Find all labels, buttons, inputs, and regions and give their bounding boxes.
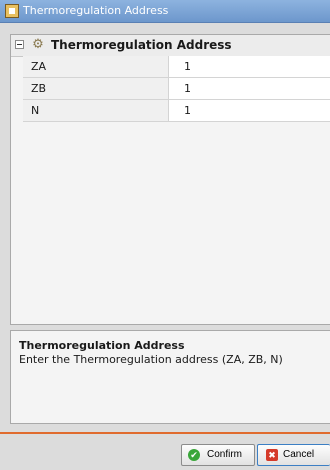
window-title: Thermoregulation Address [23,4,169,17]
check-icon: ✔ [188,449,200,461]
description-title: Thermoregulation Address [19,339,185,352]
description-text: Enter the Thermoregulation address (ZA, … [19,353,283,366]
window-titlebar: Thermoregulation Address [0,0,330,23]
property-name: N [23,100,169,121]
confirm-label: Confirm [207,449,243,460]
property-value-zb[interactable]: 1 [170,78,330,99]
collapse-icon[interactable] [15,40,24,49]
property-value-za[interactable]: 1 [170,56,330,77]
gear-icon: ⚙ [32,37,44,52]
properties-panel: ⚙ Thermoregulation Address ZA 1 ZB 1 N 1 [10,34,330,325]
section-title: Thermoregulation Address [51,38,232,52]
description-panel: Thermoregulation Address Enter the Therm… [10,330,330,424]
property-row-za[interactable]: ZA 1 [23,56,330,78]
app-icon [5,4,19,18]
property-name: ZA [23,56,169,77]
confirm-button[interactable]: ✔ Confirm [181,444,255,466]
property-row-n[interactable]: N 1 [23,100,330,122]
footer-divider [0,432,330,434]
property-value-n[interactable]: 1 [170,100,330,121]
property-row-zb[interactable]: ZB 1 [23,78,330,100]
property-name: ZB [23,78,169,99]
cancel-label: Cancel [283,449,315,460]
close-icon: ✖ [266,449,278,461]
cancel-button[interactable]: ✖ Cancel [257,444,330,466]
section-header[interactable]: ⚙ Thermoregulation Address [11,35,330,57]
